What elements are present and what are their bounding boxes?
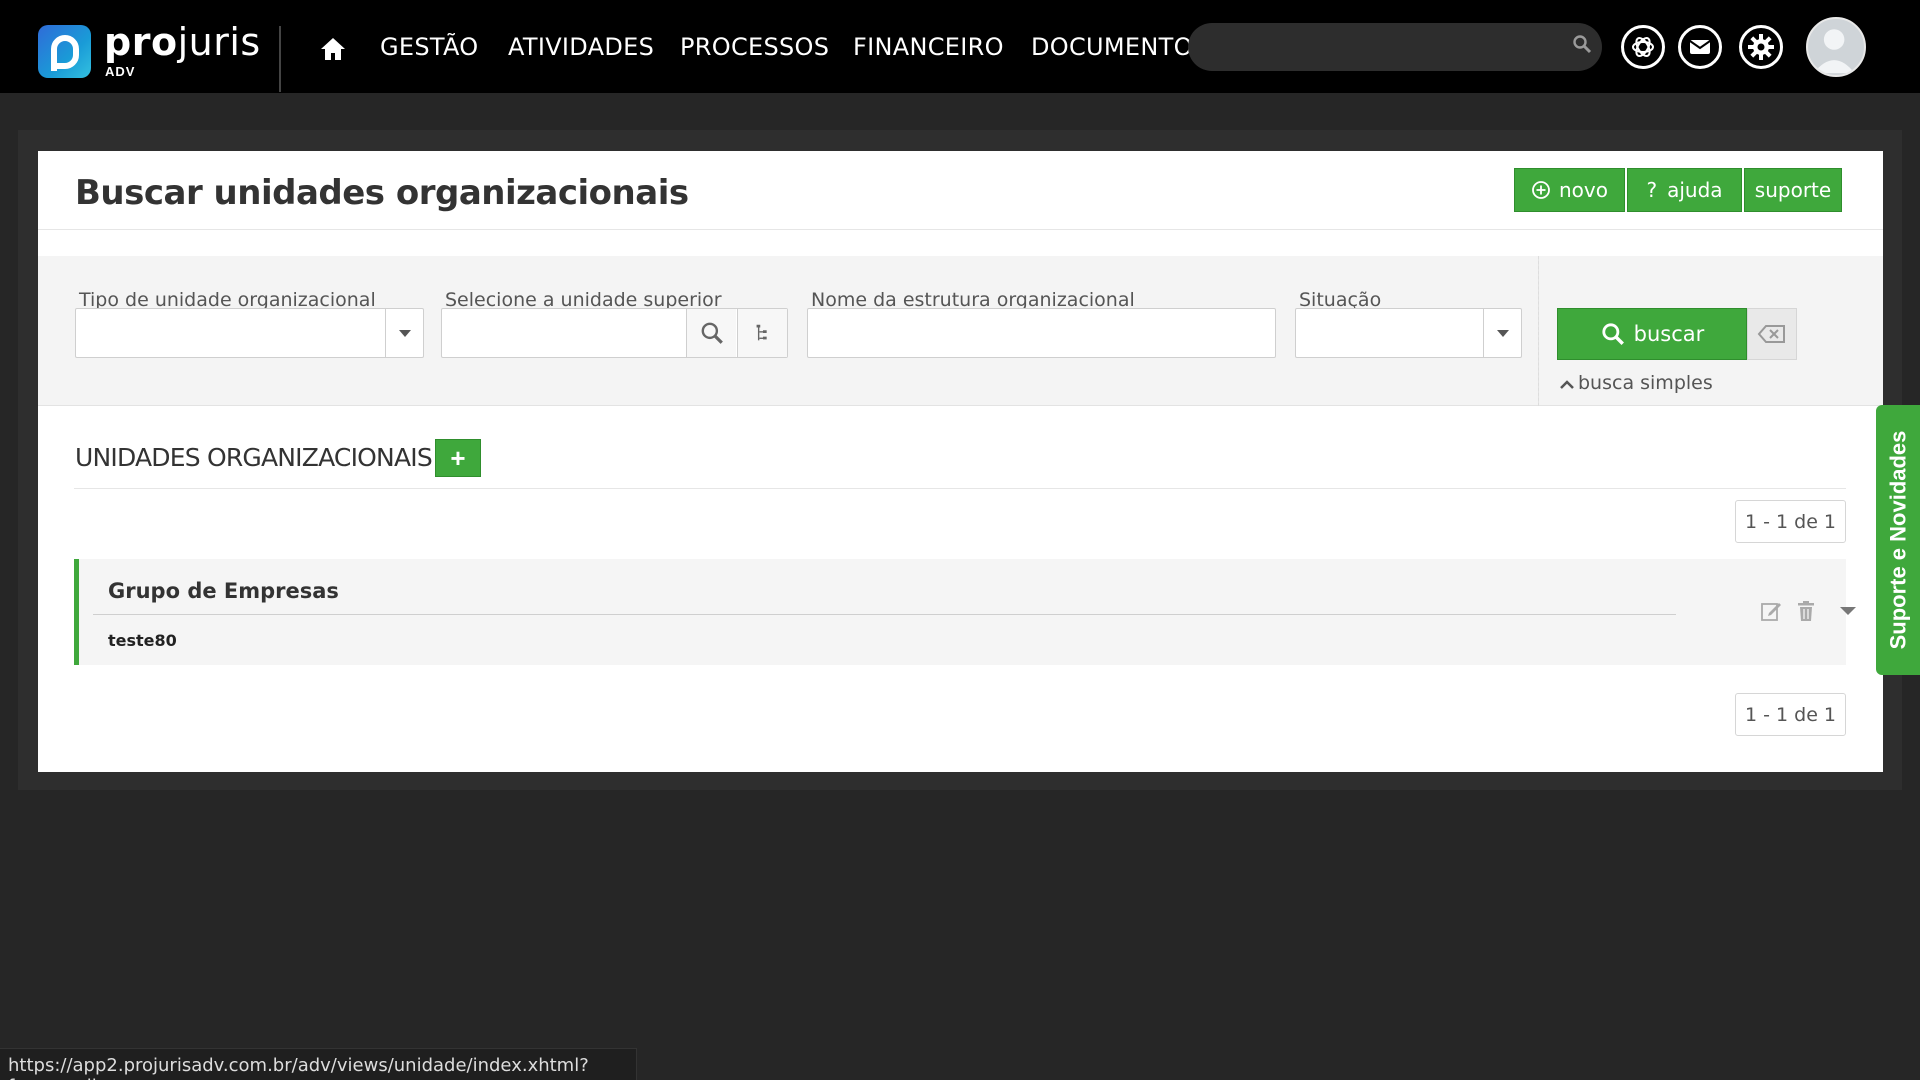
- filter-separator: [1538, 256, 1539, 406]
- global-search-input[interactable]: [1188, 23, 1602, 71]
- busca-simples-link[interactable]: busca simples: [1560, 372, 1713, 394]
- projuris-logo-icon[interactable]: [38, 25, 91, 78]
- avatar[interactable]: [1806, 17, 1866, 77]
- topbar-divider: [279, 26, 281, 92]
- tipo-select[interactable]: [75, 308, 424, 358]
- list-item-subtitle: teste80: [108, 631, 177, 650]
- add-unit-button[interactable]: +: [435, 439, 481, 477]
- plus-icon: +: [450, 442, 466, 473]
- top-navbar: projuris ADV GESTÃO ATIVIDADES PROCESSOS…: [0, 0, 1920, 93]
- main-card: Buscar unidades organizacionais novo ? a…: [38, 151, 1883, 772]
- buscar-label: buscar: [1633, 322, 1705, 346]
- side-tab-suporte[interactable]: Suporte e Novidades: [1876, 405, 1920, 675]
- chevron-down-icon[interactable]: [1483, 309, 1521, 357]
- plus-circle-icon: [1532, 181, 1550, 199]
- chevron-down-icon[interactable]: [385, 309, 423, 357]
- list-item[interactable]: Grupo de Empresas teste80: [74, 559, 1856, 665]
- superior-input[interactable]: [441, 308, 788, 358]
- pager-top: 1 - 1 de 1: [1735, 500, 1846, 543]
- nav-gestao[interactable]: GESTÃO: [380, 33, 478, 61]
- header-divider: [38, 229, 1883, 230]
- header-button-group: novo ? ajuda suporte: [1514, 168, 1842, 212]
- brand-sub: ADV: [105, 64, 136, 79]
- home-icon[interactable]: [318, 34, 348, 64]
- nav-documentos[interactable]: DOCUMENTOS: [1031, 33, 1191, 61]
- gear-icon[interactable]: [1739, 25, 1783, 69]
- chevron-down-icon[interactable]: [1834, 597, 1862, 625]
- situacao-select[interactable]: [1295, 308, 1522, 358]
- trash-icon[interactable]: [1792, 597, 1820, 625]
- busca-simples-label: busca simples: [1578, 372, 1713, 394]
- novo-button[interactable]: novo: [1514, 168, 1625, 212]
- question-icon: ?: [1646, 178, 1658, 202]
- edit-icon[interactable]: [1757, 597, 1785, 625]
- side-tab-label: Suporte e Novidades: [1885, 430, 1910, 650]
- brand-name-rest: juris: [177, 20, 261, 64]
- list-item-divider: [93, 614, 1676, 615]
- ajuda-label: ajuda: [1667, 178, 1723, 202]
- backspace-icon: [1757, 325, 1785, 343]
- list-item-title: Grupo de Empresas: [108, 579, 339, 603]
- nav-atividades[interactable]: ATIVIDADES: [508, 33, 654, 61]
- status-url: https://app2.projurisadv.com.br/adv/view…: [0, 1048, 637, 1080]
- page-title: Buscar unidades organizacionais: [75, 173, 689, 213]
- suporte-label: suporte: [1754, 178, 1832, 202]
- filter-panel: Tipo de unidade organizacional Selecione…: [38, 256, 1883, 406]
- novo-label: novo: [1559, 178, 1608, 202]
- chevron-up-icon: [1560, 380, 1574, 389]
- search-icon[interactable]: [686, 309, 736, 357]
- brand-name-bold: pro: [104, 20, 178, 64]
- nome-input[interactable]: [807, 308, 1276, 358]
- openai-icon[interactable]: [1621, 25, 1665, 69]
- nav-documentos-clip: DOCUMENTOS: [1031, 30, 1191, 70]
- ajuda-button[interactable]: ? ajuda: [1627, 168, 1742, 212]
- section-title: UNIDADES ORGANIZACIONAIS: [75, 443, 433, 472]
- nav-financeiro[interactable]: FINANCEIRO: [853, 33, 1004, 61]
- mail-icon[interactable]: [1678, 25, 1722, 69]
- clear-filter-button[interactable]: [1747, 308, 1797, 360]
- buscar-button[interactable]: buscar: [1557, 308, 1747, 360]
- suporte-button[interactable]: suporte: [1744, 168, 1842, 212]
- nav-processos[interactable]: PROCESSOS: [680, 33, 829, 61]
- section-divider: [74, 488, 1846, 489]
- pager-bottom: 1 - 1 de 1: [1735, 693, 1846, 736]
- tree-icon[interactable]: [737, 309, 787, 357]
- search-icon[interactable]: [1572, 34, 1592, 54]
- search-icon: [1602, 323, 1624, 345]
- brand-name[interactable]: projuris: [104, 20, 261, 64]
